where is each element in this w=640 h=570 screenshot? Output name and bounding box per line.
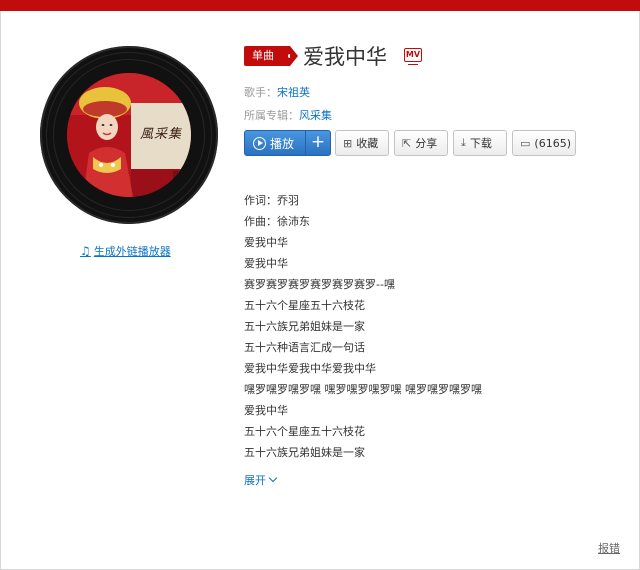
external-player-link[interactable]: ♫ 生成外链播放器: [80, 243, 171, 259]
frame-left-border: [0, 11, 1, 570]
album-cover-title: 風采集: [140, 127, 183, 142]
lyric-line: 爱我中华: [244, 236, 288, 249]
vinyl-record: 風采集: [40, 46, 218, 224]
share-button-label: 分享: [415, 137, 438, 150]
expand-lyrics-link[interactable]: 展开: [244, 472, 278, 488]
lyric-line: 爱我中华: [244, 404, 288, 417]
share-icon: ⇱: [402, 136, 412, 150]
song-title: 爱我中华: [303, 45, 387, 69]
expand-lyrics-label: 展开: [244, 474, 266, 487]
folder-plus-icon: ⊞: [343, 136, 353, 150]
single-badge: 单曲: [244, 46, 298, 66]
album-label: 所属专辑：: [244, 109, 299, 122]
download-button[interactable]: ⤓ 下载: [453, 130, 507, 156]
download-button-label: 下载: [469, 137, 492, 150]
lyric-line: 五十六个星座五十六枝花: [244, 425, 365, 438]
singer-link[interactable]: 宋祖英: [277, 86, 310, 99]
play-button-group: 播放 +: [244, 130, 331, 156]
album-cover[interactable]: 風采集: [67, 73, 191, 197]
collect-button-label: 收藏: [356, 137, 379, 150]
album-row: 所属专辑：风采集: [244, 107, 332, 123]
external-player-label: 生成外链播放器: [93, 245, 171, 258]
top-brand-bar: [0, 0, 640, 11]
play-button-label: 播放: [270, 136, 295, 151]
lyric-line: 赛罗赛罗赛罗赛罗赛罗赛罗--嘿: [244, 278, 395, 291]
lyric-line: 爱我中华爱我中华爱我中华: [244, 362, 376, 375]
comment-count: (6165): [534, 136, 571, 150]
lyric-line: 五十六族兄弟姐妹是一家: [244, 320, 365, 333]
music-note-icon: ♫: [80, 244, 91, 258]
lyric-line: 爱我中华: [244, 257, 288, 270]
mv-icon[interactable]: MV: [404, 48, 422, 65]
lyric-line: 五十六族兄弟姐妹是一家: [244, 446, 365, 459]
play-circle-icon: [253, 136, 266, 150]
singer-label: 歌手：: [244, 86, 277, 99]
lyric-line: 作曲：徐沛东: [244, 215, 310, 228]
singer-row: 歌手：宋祖英: [244, 84, 310, 100]
lyric-line: 嘿罗嘿罗嘿罗嘿 嘿罗嘿罗嘿罗嘿 嘿罗嘿罗嘿罗嘿: [244, 383, 482, 396]
single-badge-label: 单曲: [252, 49, 274, 62]
album-link[interactable]: 风采集: [299, 109, 332, 122]
chevron-down-icon: [268, 473, 278, 483]
add-to-playlist-button[interactable]: +: [306, 131, 330, 155]
report-error-link[interactable]: 报错: [598, 540, 620, 556]
collect-button[interactable]: ⊞ 收藏: [335, 130, 389, 156]
download-icon: ⤓: [461, 136, 466, 149]
lyric-line: 五十六个星座五十六枝花: [244, 299, 365, 312]
share-button[interactable]: ⇱ 分享: [394, 130, 448, 156]
lyrics-list: 作词：乔羽 作曲：徐沛东 爱我中华 爱我中华 赛罗赛罗赛罗赛罗赛罗赛罗--嘿 五…: [244, 195, 482, 468]
lyric-line: 作词：乔羽: [244, 194, 299, 207]
comment-button[interactable]: ▭ (6165): [512, 130, 576, 156]
lyric-line: 五十六种语言汇成一句话: [244, 341, 365, 354]
badge-dot: [288, 54, 292, 58]
play-button[interactable]: 播放: [245, 131, 305, 155]
comment-icon: ▭: [520, 136, 531, 150]
